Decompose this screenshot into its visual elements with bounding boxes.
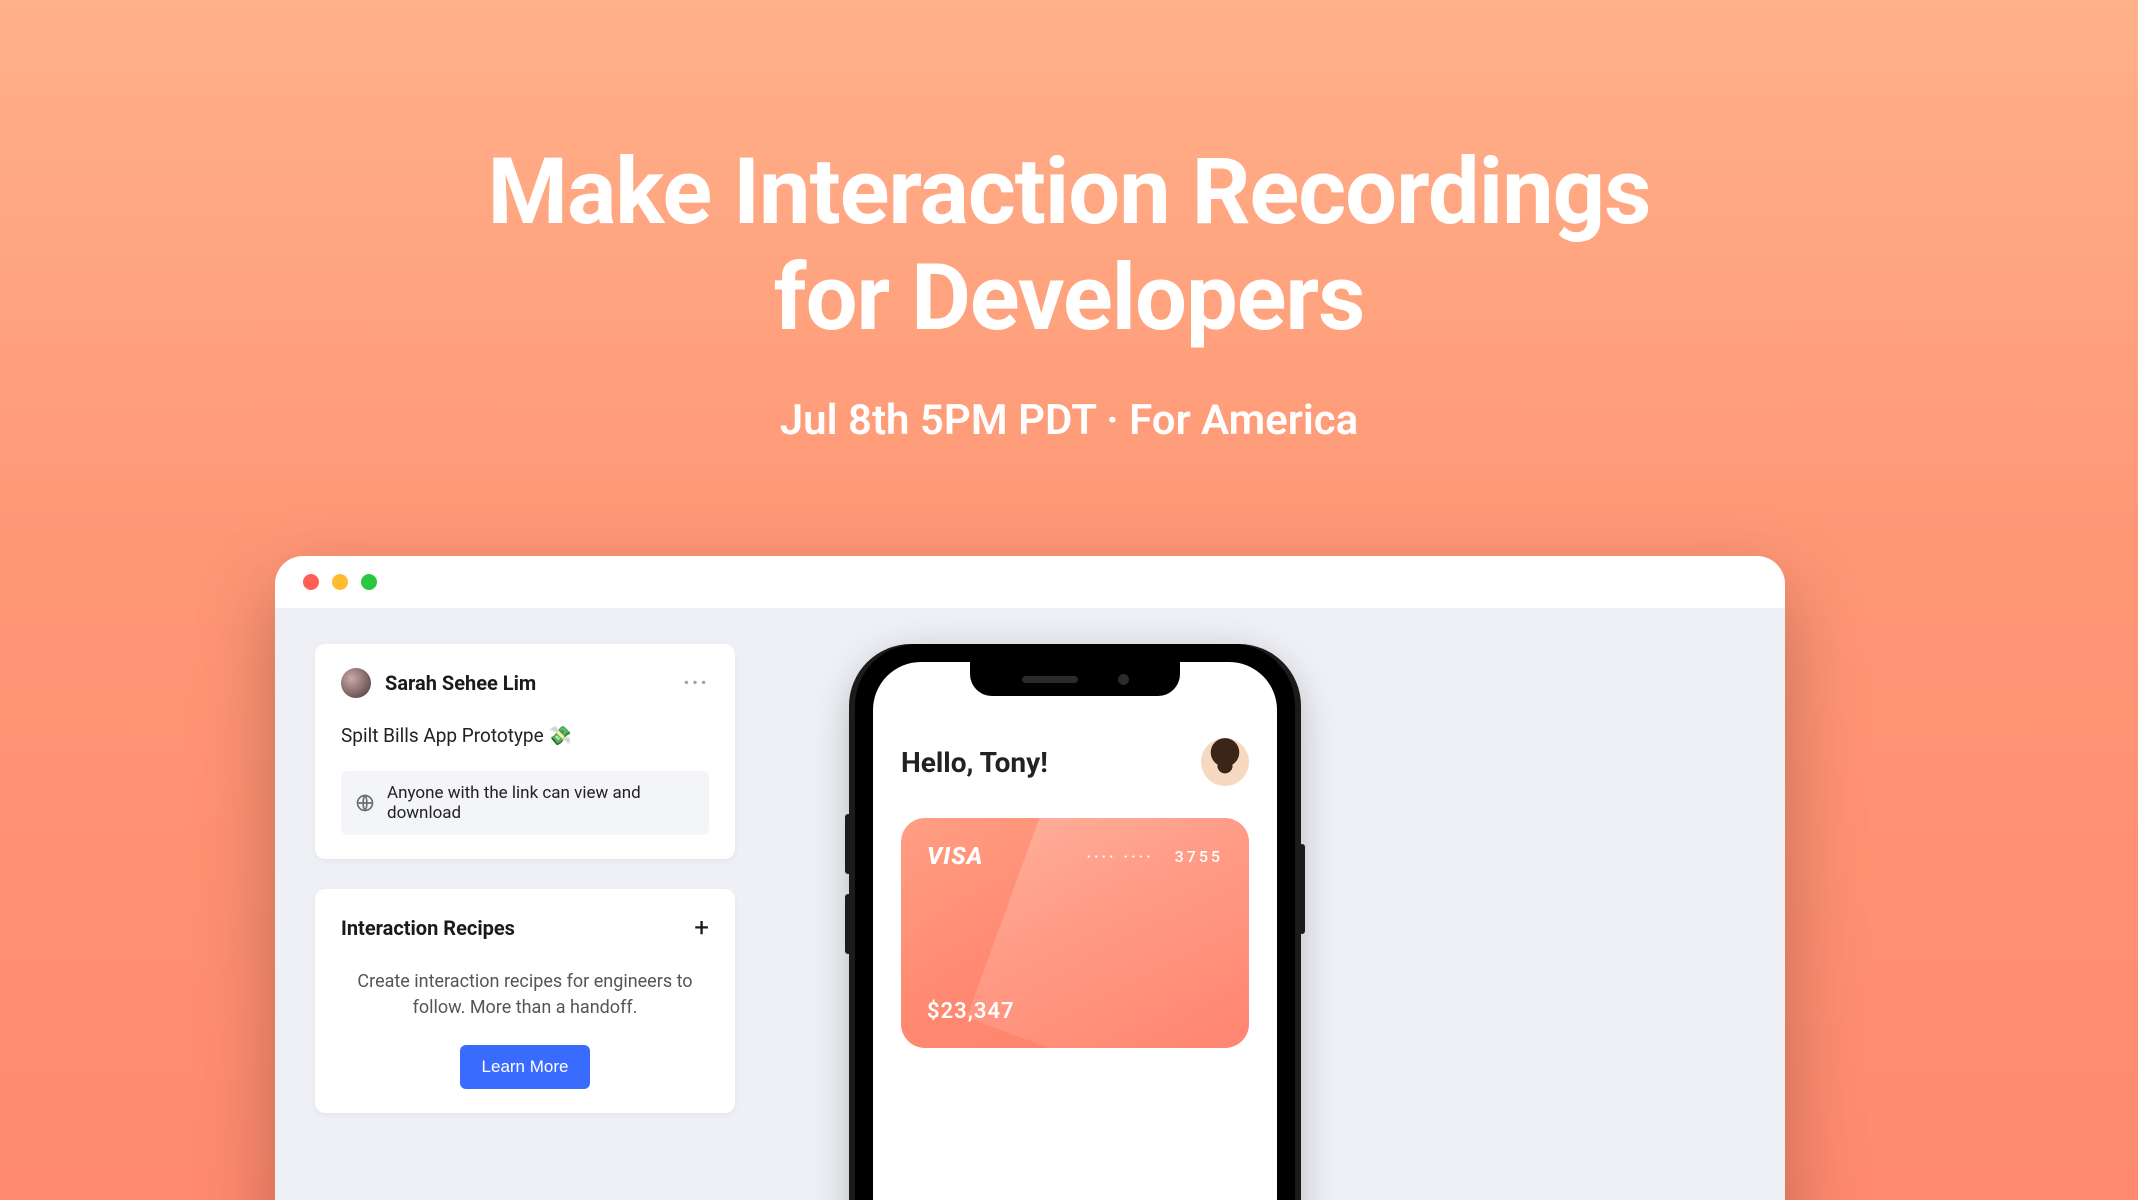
phone-screen: Hello, Tony! VISA ···· ···· 3755 [873, 662, 1277, 1200]
app-window: Sarah Sehee Lim ··· Spilt Bills App Prot… [275, 556, 1785, 1200]
author-name: Sarah Sehee Lim [385, 671, 536, 695]
project-card: Sarah Sehee Lim ··· Spilt Bills App Prot… [315, 644, 735, 859]
greeting-text: Hello, Tony! [901, 746, 1048, 779]
phone-mockup: Hello, Tony! VISA ···· ···· 3755 [855, 644, 1295, 1200]
hero-title-line1: Make Interaction Recordings [488, 139, 1651, 246]
author-avatar[interactable] [341, 668, 371, 698]
globe-icon [355, 793, 375, 813]
hero-subtitle: Jul 8th 5PM PDT · For America [780, 396, 1358, 445]
credit-card[interactable]: VISA ···· ···· 3755 $23,347 [901, 818, 1249, 1048]
project-card-header: Sarah Sehee Lim ··· [341, 668, 709, 698]
card-brand: VISA [927, 842, 983, 870]
phone-speaker-icon [1022, 676, 1078, 683]
author-row: Sarah Sehee Lim [341, 668, 536, 698]
card-number-mask: ···· ···· [1086, 847, 1153, 866]
promo-stage: Make Interaction Recordings for Develope… [0, 0, 2138, 1200]
left-column: Sarah Sehee Lim ··· Spilt Bills App Prot… [315, 644, 735, 1113]
phone-frame: Hello, Tony! VISA ···· ···· 3755 [855, 644, 1295, 1200]
card-number-last4: 3755 [1175, 847, 1223, 866]
hero-title: Make Interaction Recordings for Develope… [488, 140, 1651, 352]
card-number: ···· ···· 3755 [1086, 847, 1223, 866]
user-avatar[interactable] [1201, 738, 1249, 786]
phone-camera-icon [1118, 674, 1129, 685]
learn-more-button[interactable]: Learn More [460, 1045, 591, 1089]
screen-header: Hello, Tony! [901, 738, 1249, 786]
window-titlebar [275, 556, 1785, 608]
project-title: Spilt Bills App Prototype 💸 [341, 724, 709, 747]
card-balance: $23,347 [927, 999, 1015, 1024]
share-visibility[interactable]: Anyone with the link can view and downlo… [341, 771, 709, 835]
app-content: Sarah Sehee Lim ··· Spilt Bills App Prot… [275, 608, 1785, 1200]
recipes-description: Create interaction recipes for engineers… [341, 969, 709, 1021]
recipes-card-header: Interaction Recipes + [341, 913, 709, 943]
more-options-icon[interactable]: ··· [683, 671, 709, 696]
add-recipe-icon[interactable]: + [694, 913, 709, 943]
phone-side-button-icon [1299, 844, 1305, 934]
credit-card-top: VISA ···· ···· 3755 [927, 842, 1223, 870]
window-close-icon[interactable] [303, 574, 319, 590]
hero-title-line2: for Developers [774, 245, 1365, 352]
phone-notch [970, 662, 1180, 696]
recipes-card: Interaction Recipes + Create interaction… [315, 889, 735, 1113]
recipes-title: Interaction Recipes [341, 916, 515, 940]
window-zoom-icon[interactable] [361, 574, 377, 590]
window-minimize-icon[interactable] [332, 574, 348, 590]
share-visibility-text: Anyone with the link can view and downlo… [387, 783, 695, 823]
